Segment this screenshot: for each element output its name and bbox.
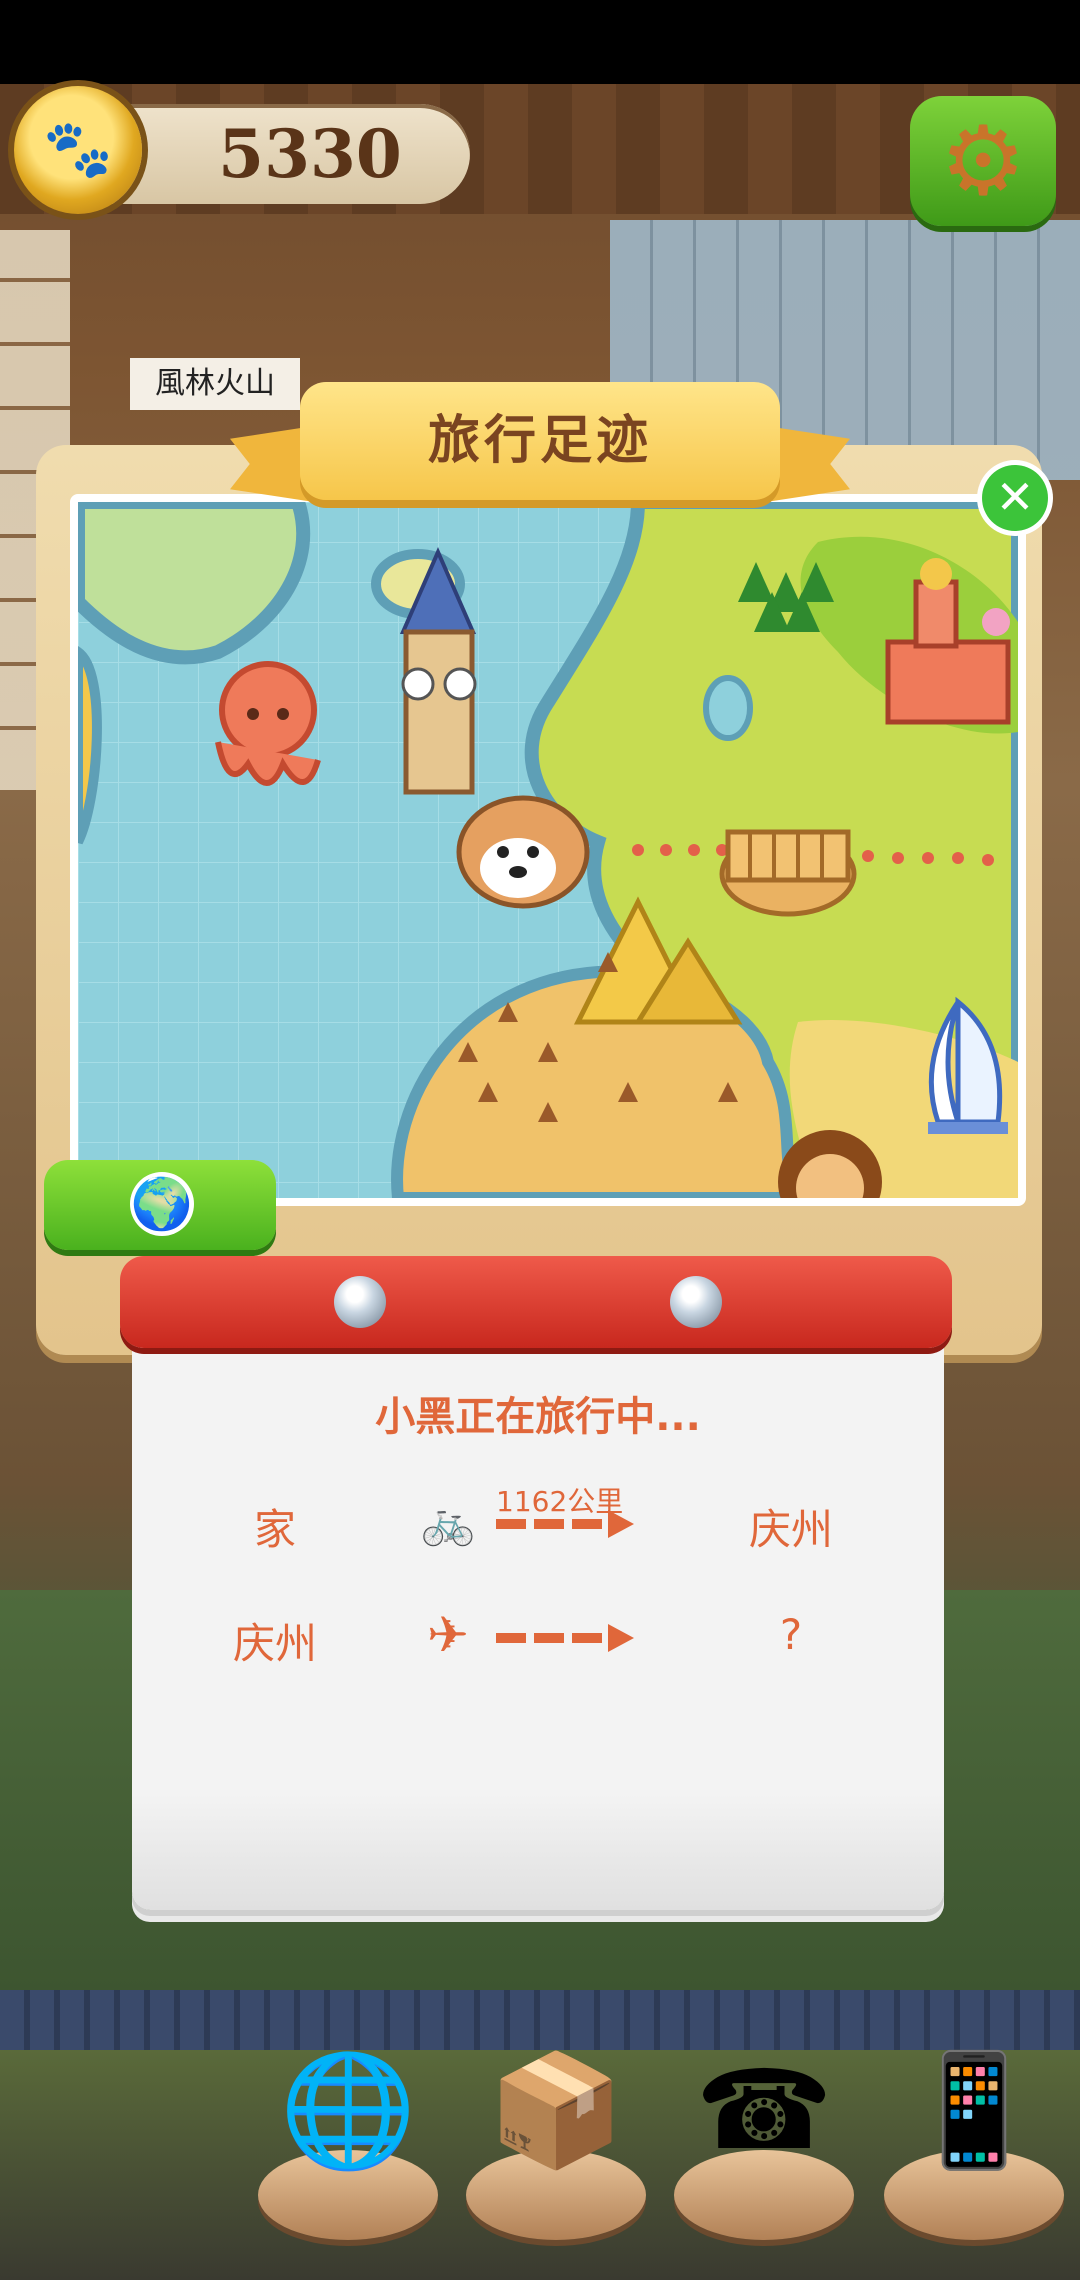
telephone-icon: ☎ — [695, 2046, 833, 2174]
dock-supplies-button[interactable]: 📦 — [466, 2030, 646, 2250]
dialog-title: 旅行足迹 — [427, 411, 652, 471]
leg2-arrow — [496, 1624, 642, 1652]
phone-icon: 📱 — [905, 2046, 1043, 2174]
leg1-from: 家 — [253, 1505, 296, 1554]
travel-status: 小黑正在旅行中... — [375, 1394, 701, 1440]
close-button[interactable]: ✕ — [982, 465, 1048, 531]
world-map — [70, 494, 1026, 1206]
leg1-distance: 1162公里 — [496, 1485, 624, 1518]
dock-globe-button[interactable]: 🌐 — [258, 2030, 438, 2250]
scroll-rivet-right — [670, 1276, 722, 1328]
scroll-rod — [120, 1256, 952, 1348]
status-bar — [0, 0, 1080, 84]
box-icon: 📦 — [487, 2046, 625, 2174]
title-banner: 旅行足迹 — [230, 382, 850, 510]
globe-icon: 🌍 — [130, 1172, 194, 1236]
coin-amount: 5330 — [218, 115, 402, 193]
paw-coin-icon: 🐾 — [14, 86, 142, 214]
airplane-icon: ✈ — [427, 1606, 469, 1664]
leg1-to: 庆州 — [748, 1505, 833, 1554]
gear-icon: ⚙ — [939, 105, 1027, 217]
settings-button[interactable]: ⚙ — [910, 96, 1056, 226]
leg2-from: 庆州 — [232, 1619, 317, 1668]
bicycle-icon: 🚲 — [420, 1497, 476, 1548]
close-icon: ✕ — [995, 470, 1035, 524]
dock-phone-button[interactable]: 📱 — [884, 2030, 1064, 2250]
world-map-button[interactable]: 🌍 — [44, 1160, 276, 1250]
scroll-rivet-left — [334, 1276, 386, 1328]
leg1-arrow — [496, 1510, 642, 1538]
leg2-to: ? — [779, 1610, 803, 1659]
globe-icon: 🌐 — [279, 2046, 417, 2174]
dock-telephone-button[interactable]: ☎ — [674, 2030, 854, 2250]
